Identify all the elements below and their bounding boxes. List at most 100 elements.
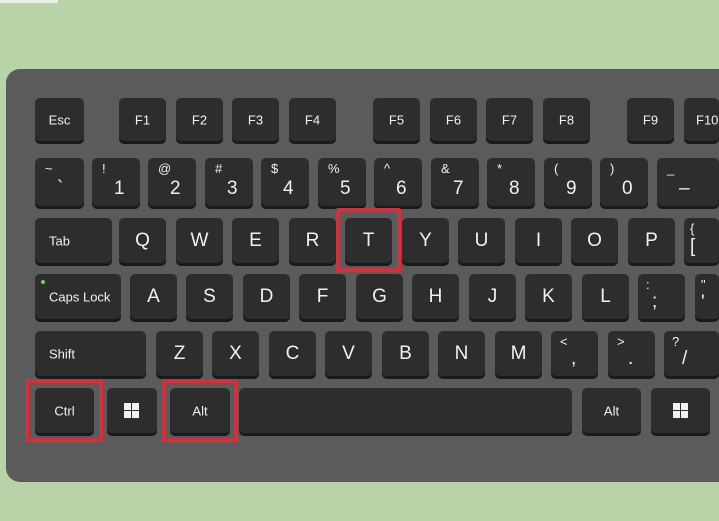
key-bracket-lower: [: [690, 236, 696, 257]
caps-lock-indicator-icon: [41, 280, 45, 284]
key-comma[interactable]: <,: [551, 331, 598, 376]
key-p-label: P: [645, 229, 658, 251]
key-i-label: I: [535, 229, 542, 251]
key-f7-label: F7: [501, 112, 518, 127]
key-f2-label: F2: [191, 112, 208, 127]
key-f6[interactable]: F6: [430, 98, 477, 141]
key-f4[interactable]: F4: [289, 98, 336, 141]
key-3[interactable]: #3: [205, 158, 253, 206]
key-f6-label: F6: [445, 112, 462, 127]
key-slash-lower: /: [682, 348, 688, 369]
key-u[interactable]: U: [458, 218, 505, 263]
key-f5-label: F5: [388, 112, 405, 127]
key-slash-upper: ?: [672, 334, 680, 349]
key-p[interactable]: P: [628, 218, 675, 263]
key-2-lower: 2: [170, 178, 181, 199]
key-h-label: H: [428, 285, 443, 307]
key-n-label: N: [454, 342, 469, 364]
key-a[interactable]: A: [130, 274, 177, 319]
key-period-upper: >: [617, 334, 625, 349]
key-f5[interactable]: F5: [373, 98, 420, 141]
key-9-upper: (: [554, 161, 559, 176]
highlight-t-key: [336, 208, 401, 272]
key-w[interactable]: W: [176, 218, 223, 263]
key-f3[interactable]: F3: [232, 98, 279, 141]
key-2-upper: @: [158, 161, 172, 176]
key-bracket[interactable]: {[: [684, 218, 719, 263]
key-f4-label: F4: [304, 112, 321, 127]
key-4-upper: $: [271, 161, 279, 176]
key-quote[interactable]: " ': [695, 274, 719, 319]
key-a-label: A: [147, 285, 160, 307]
key-s-label: S: [203, 285, 216, 307]
key-f2[interactable]: F2: [176, 98, 223, 141]
key-caps-lock[interactable]: Caps Lock: [35, 274, 121, 319]
key-v[interactable]: V: [325, 331, 372, 376]
key-2[interactable]: @2: [148, 158, 196, 206]
key-i[interactable]: I: [515, 218, 562, 263]
key-1[interactable]: ! 1: [92, 158, 140, 206]
key-shift[interactable]: Shift: [35, 331, 146, 376]
key-0[interactable]: ) 0: [600, 158, 648, 206]
key-tilde[interactable]: ~ `: [35, 158, 84, 206]
key-f7[interactable]: F7: [486, 98, 533, 141]
key-period[interactable]: >.: [608, 331, 655, 376]
key-u-label: U: [474, 229, 489, 251]
key-v-label: V: [342, 342, 355, 364]
key-minus[interactable]: _ –: [657, 158, 719, 206]
key-c-label: C: [285, 342, 300, 364]
key-m-label: M: [510, 342, 527, 364]
key-y-label: Y: [419, 229, 432, 251]
key-f[interactable]: F: [299, 274, 346, 319]
key-f10[interactable]: F10: [684, 98, 719, 141]
key-s[interactable]: S: [186, 274, 233, 319]
top-strip: [0, 0, 58, 3]
key-caps-lock-label: Caps Lock: [49, 289, 111, 304]
key-windows-left[interactable]: [107, 388, 157, 433]
key-m[interactable]: M: [495, 331, 542, 376]
key-space[interactable]: [239, 388, 572, 433]
key-c[interactable]: C: [269, 331, 316, 376]
key-comma-upper: <: [560, 334, 568, 349]
key-f1-label: F1: [134, 112, 151, 127]
key-x[interactable]: X: [212, 331, 259, 376]
key-d[interactable]: D: [243, 274, 290, 319]
key-4[interactable]: $4: [261, 158, 309, 206]
key-n[interactable]: N: [438, 331, 485, 376]
key-9[interactable]: (9: [544, 158, 592, 206]
key-o[interactable]: O: [571, 218, 618, 263]
key-7[interactable]: & 7: [431, 158, 479, 206]
key-f8[interactable]: F8: [543, 98, 590, 141]
key-8[interactable]: * 8: [487, 158, 535, 206]
key-f8-label: F8: [558, 112, 575, 127]
key-alt-right[interactable]: Alt: [582, 388, 641, 433]
key-g[interactable]: G: [356, 274, 403, 319]
key-z[interactable]: Z: [156, 331, 203, 376]
key-esc-label: Esc: [48, 112, 71, 127]
key-windows-right[interactable]: [651, 388, 710, 433]
key-tab[interactable]: Tab: [35, 218, 112, 263]
key-r[interactable]: R: [289, 218, 336, 263]
key-esc[interactable]: Esc: [35, 98, 84, 141]
key-j[interactable]: J: [469, 274, 516, 319]
key-e[interactable]: E: [232, 218, 279, 263]
key-5-lower: 5: [340, 178, 351, 199]
key-d-label: D: [259, 285, 274, 307]
key-y[interactable]: Y: [402, 218, 449, 263]
key-b[interactable]: B: [382, 331, 429, 376]
key-5[interactable]: % 5: [318, 158, 366, 206]
key-q[interactable]: Q: [119, 218, 166, 263]
key-6[interactable]: ^ 6: [374, 158, 422, 206]
key-slash[interactable]: ? /: [664, 331, 719, 376]
key-3-lower: 3: [227, 178, 238, 199]
key-k[interactable]: K: [525, 274, 572, 319]
key-f9-label: F9: [642, 112, 659, 127]
key-l[interactable]: L: [582, 274, 629, 319]
key-1-upper: !: [102, 161, 106, 176]
key-semicolon[interactable]: :;: [638, 274, 685, 319]
key-r-label: R: [305, 229, 320, 251]
key-w-label: W: [190, 229, 209, 251]
key-f1[interactable]: F1: [119, 98, 166, 141]
key-f9[interactable]: F9: [627, 98, 674, 141]
key-h[interactable]: H: [412, 274, 459, 319]
